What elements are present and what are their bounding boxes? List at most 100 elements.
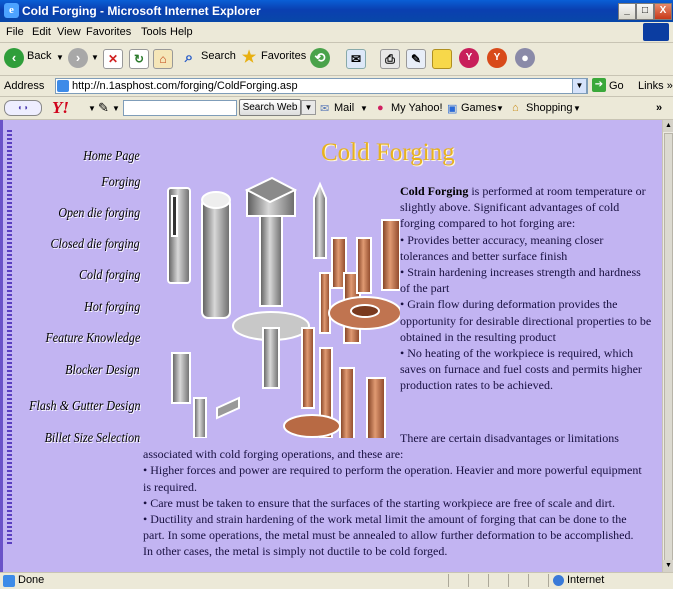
intro-paragraph: Cold Forging is performed at room temper… [400, 183, 652, 394]
disadvantage-item: • Care must be taken to ensure that the … [143, 495, 616, 510]
forward-dropdown-icon[interactable]: ▼ [91, 53, 99, 62]
address-bar: Address http://n.1asphost.com/forging/Co… [0, 76, 673, 97]
toolbar-overflow-button[interactable]: » [656, 102, 662, 114]
disadvantage-item: • Higher forces and power are required t… [143, 463, 642, 494]
print-icon[interactable]: ⎙ [380, 49, 400, 69]
title-bar: e Cold Forging - Microsoft Internet Expl… [0, 0, 673, 22]
menu-tools[interactable]: Tools [141, 26, 167, 38]
windows-logo-icon [643, 23, 669, 41]
favorites-button-label[interactable]: Favorites [261, 50, 306, 62]
nav-open-die-forging[interactable]: Open die forging [58, 206, 140, 222]
games-dropdown-icon[interactable]: ▼ [496, 104, 504, 113]
menu-favorites[interactable]: Favorites [86, 26, 131, 38]
cold-forged-parts-image [167, 176, 400, 438]
nav-blocker-design[interactable]: Blocker Design [65, 363, 140, 379]
yahoo-toolbar: ◐◑ Y! ▼ ✎ ▼ Search Web ▼ ✉ Mail ▼ ● My Y… [0, 97, 673, 120]
home-icon[interactable]: ⌂ [153, 49, 173, 69]
refresh-icon[interactable]: ↻ [129, 49, 149, 69]
my-yahoo-icon: ● [377, 102, 384, 114]
favorites-star-icon[interactable]: ★ [240, 49, 258, 67]
content-border [0, 120, 3, 572]
scroll-down-arrow-icon[interactable]: ▼ [663, 560, 673, 572]
page-content: Home Page Forging Open die forging Close… [0, 120, 662, 572]
nav-cold-forging[interactable]: Cold forging [79, 268, 140, 284]
advantage-item: • Grain flow during deformation provides… [400, 297, 652, 344]
yahoo-mail-link[interactable]: Mail [334, 102, 354, 114]
shopping-dropdown-icon[interactable]: ▼ [573, 104, 581, 113]
status-divider [488, 574, 489, 587]
address-label: Address [4, 80, 45, 92]
search-icon[interactable]: ⌕ [180, 49, 198, 67]
folder-icon[interactable] [432, 49, 452, 69]
links-button[interactable]: Links » [638, 80, 673, 92]
minimize-button[interactable]: _ [618, 3, 636, 20]
scroll-thumb[interactable] [664, 133, 673, 563]
pen-dropdown-icon[interactable]: ▼ [112, 104, 120, 113]
address-dropdown-icon[interactable]: ▼ [572, 78, 587, 94]
games-link[interactable]: Games [461, 102, 496, 114]
disadvantages-paragraph: There are certain disadvantages or limit… [143, 430, 643, 560]
yahoo-button-icon[interactable]: Y [459, 48, 479, 68]
back-dropdown-icon[interactable]: ▼ [56, 53, 64, 62]
search-button-label[interactable]: Search [201, 50, 236, 62]
yahoo-search-input[interactable] [123, 100, 237, 116]
menu-help[interactable]: Help [170, 26, 193, 38]
nav-forging[interactable]: Forging [101, 175, 140, 191]
advantage-item: • Provides better accuracy, meaning clos… [400, 232, 604, 263]
back-button-label[interactable]: Back [27, 50, 51, 62]
menu-edit[interactable]: Edit [32, 26, 51, 38]
toolbar-grip-icon[interactable]: ◐◑ [4, 100, 42, 116]
status-divider [508, 574, 509, 587]
maximize-button[interactable]: □ [636, 3, 654, 20]
nav-home-page[interactable]: Home Page [83, 149, 140, 165]
nav-flash-gutter-design[interactable]: Flash & Gutter Design [29, 399, 140, 415]
nav-hot-forging[interactable]: Hot forging [84, 300, 140, 316]
intro-bold-term: Cold Forging [400, 184, 469, 198]
search-web-button[interactable]: Search Web [239, 99, 301, 116]
advantage-item: • Strain hardening increases strength an… [400, 265, 641, 296]
forward-arrow-icon[interactable]: › [68, 48, 88, 68]
go-arrow-icon[interactable]: ➔ [592, 78, 606, 92]
discuss-icon[interactable]: ● [515, 48, 535, 68]
window-title: Cold Forging - Microsoft Internet Explor… [22, 4, 261, 18]
yahoo-dropdown-icon[interactable]: ▼ [88, 104, 96, 113]
ie-app-icon: e [4, 3, 19, 18]
nav-closed-die-forging[interactable]: Closed die forging [51, 237, 140, 253]
yahoo-logo[interactable]: Y! [52, 98, 69, 118]
menu-file[interactable]: File [6, 26, 24, 38]
status-divider [468, 574, 469, 587]
nav-feature-knowledge[interactable]: Feature Knowledge [45, 331, 140, 347]
messenger-icon[interactable]: Y [487, 48, 507, 68]
stop-icon[interactable]: ✕ [103, 49, 123, 69]
page-heading: Cold Forging [321, 139, 455, 166]
address-input[interactable]: http://n.1asphost.com/forging/ColdForgin… [55, 78, 588, 94]
status-divider [528, 574, 529, 587]
highlight-pen-icon[interactable]: ✎ [98, 100, 109, 116]
shopping-link[interactable]: Shopping [526, 102, 573, 114]
mail-envelope-icon: ✉ [320, 103, 330, 115]
back-arrow-icon[interactable]: ‹ [4, 48, 24, 68]
games-icon: ▣ [447, 103, 458, 115]
status-divider [548, 574, 549, 587]
vertical-scrollbar[interactable]: ▲ ▼ [662, 120, 673, 572]
menu-view[interactable]: View [57, 26, 81, 38]
go-button[interactable]: Go [609, 80, 624, 92]
search-web-dropdown-icon[interactable]: ▼ [301, 100, 316, 115]
scroll-up-arrow-icon[interactable]: ▲ [663, 120, 673, 132]
disadvantage-item: • Ductility and strain hardening of the … [143, 512, 634, 559]
history-icon[interactable]: ⟲ [310, 48, 330, 68]
shopping-icon: ⌂ [512, 102, 519, 114]
menu-bar: File Edit View Favorites Tools Help [0, 22, 673, 43]
my-yahoo-link[interactable]: My Yahoo! [391, 102, 443, 114]
nav-billet-size-selection[interactable]: Billet Size Selection [44, 431, 140, 447]
disadvantages-intro: There are certain disadvantages or limit… [143, 431, 619, 462]
page-icon [57, 80, 69, 92]
mail-dropdown-icon[interactable]: ▼ [360, 104, 368, 113]
advantage-item: • No heating of the workpiece is require… [400, 346, 642, 393]
status-text: Done [18, 574, 45, 586]
close-button[interactable]: X [654, 3, 672, 20]
decorative-stripe [7, 130, 12, 545]
status-bar: Done Internet [0, 572, 673, 589]
mail-icon[interactable]: ✉ [346, 49, 366, 69]
edit-icon[interactable]: ✎ [406, 49, 426, 69]
